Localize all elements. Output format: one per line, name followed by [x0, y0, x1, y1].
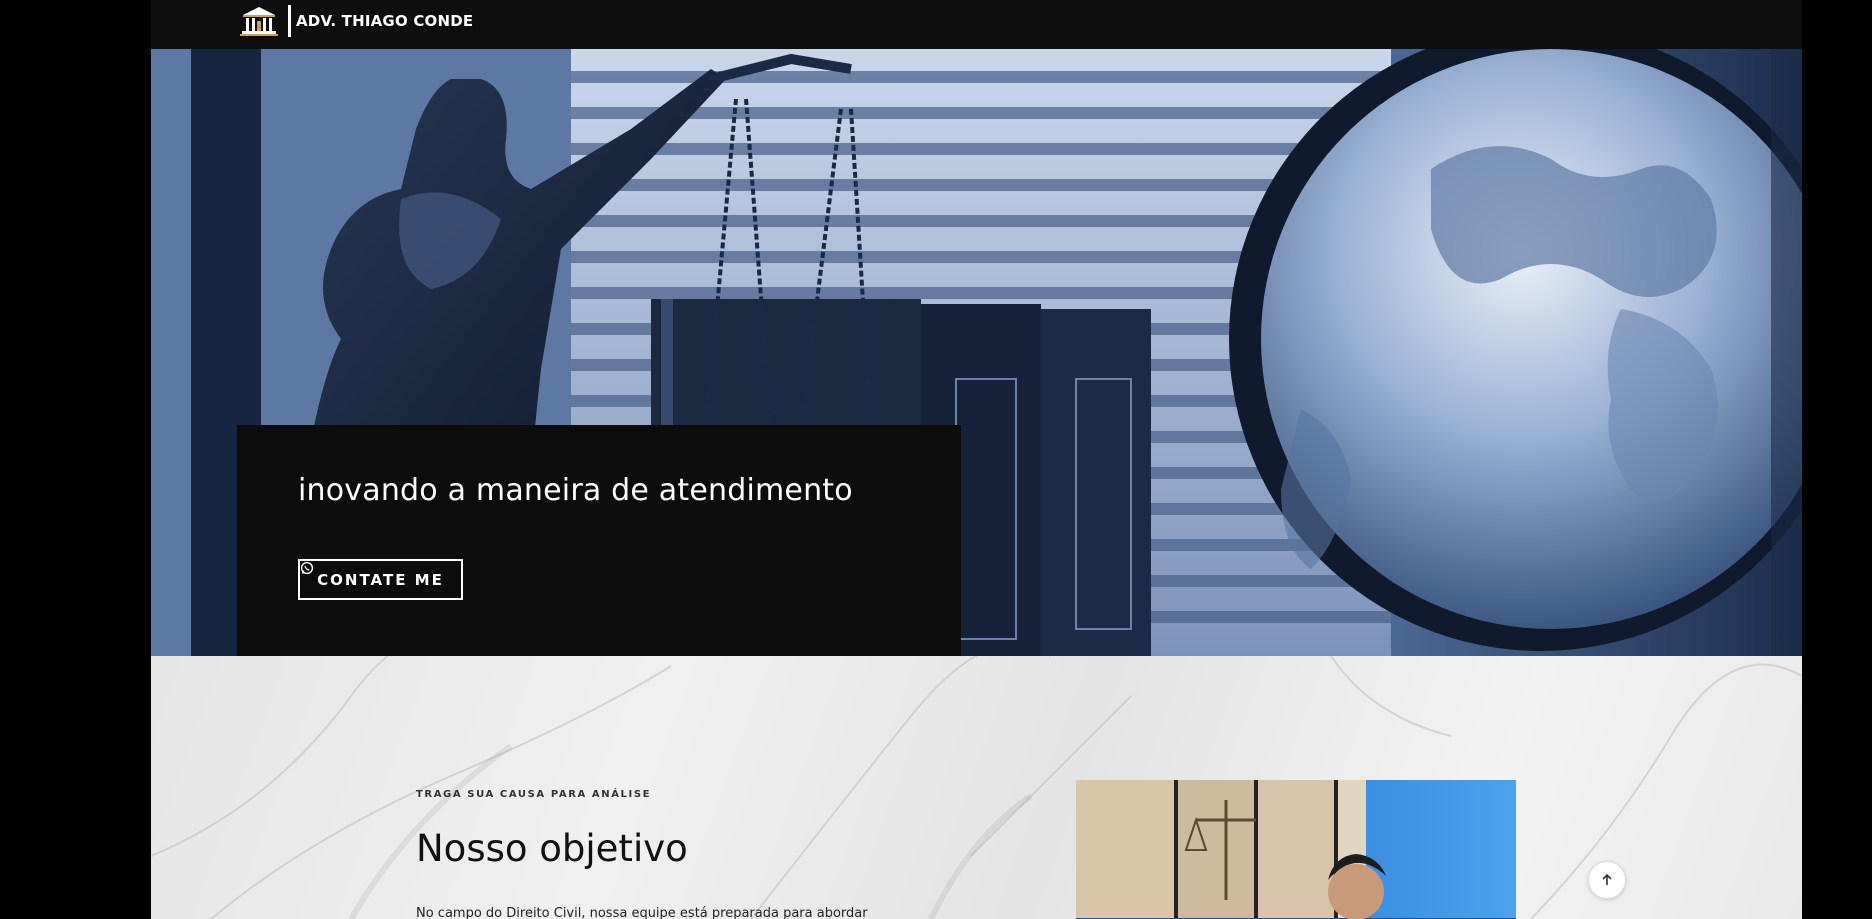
lawyer-office-photo [1076, 780, 1516, 919]
section-title: Nosso objetivo [416, 827, 688, 870]
page: ADV. THIAGO CONDE inovando a maneira de … [151, 0, 1802, 919]
section-text: No campo do Direito Civil, nossa equipe … [416, 906, 868, 919]
courthouse-logo-icon[interactable] [239, 5, 279, 38]
hero-card: inovando a maneira de atendimento CONTAT… [237, 425, 961, 656]
about-section: TRAGA SUA CAUSA PARA ANÁLISE Nosso objet… [151, 656, 1802, 919]
contact-me-button[interactable]: CONTATE ME [298, 559, 463, 600]
scroll-to-top-button[interactable] [1588, 861, 1626, 899]
arrow-up-icon [1602, 873, 1612, 885]
contact-me-label: CONTATE ME [317, 570, 444, 589]
hero-banner: inovando a maneira de atendimento CONTAT… [151, 49, 1802, 656]
marble-background [151, 656, 1802, 919]
whatsapp-icon [300, 561, 314, 575]
section-eyebrow: TRAGA SUA CAUSA PARA ANÁLISE [416, 789, 652, 800]
site-header: ADV. THIAGO CONDE [151, 0, 1802, 49]
brand-name[interactable]: ADV. THIAGO CONDE [296, 12, 473, 30]
hero-title: inovando a maneira de atendimento [298, 473, 853, 508]
logo-divider [288, 5, 291, 37]
